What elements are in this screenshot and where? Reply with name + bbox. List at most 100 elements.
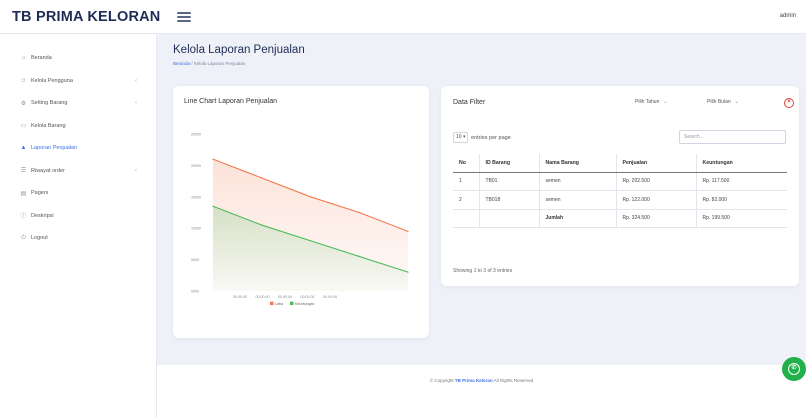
table-cell: Rp. 324.500: [616, 209, 697, 228]
column-header[interactable]: ID Barang: [479, 154, 540, 173]
x-tick-label: 00.00.00: [301, 295, 315, 299]
user-menu[interactable]: admin: [780, 13, 796, 19]
table-cell: TB018: [479, 190, 540, 210]
column-header[interactable]: Penjualan: [616, 154, 697, 173]
x-tick-label: 00.00.00: [323, 295, 337, 299]
breadcrumb-home-link[interactable]: Beranda: [173, 61, 190, 66]
sidebar-item[interactable]: ▤ Pagers: [0, 182, 156, 205]
home-icon: ⌂: [21, 55, 26, 62]
sidebar-item-label: Riwayat order: [31, 167, 65, 174]
legend-swatch: [290, 301, 294, 306]
y-tick-label: 15000: [191, 195, 201, 199]
data-point: [212, 205, 214, 207]
table-info: Showing 1 to 3 of 3 entries: [453, 268, 513, 274]
search-input[interactable]: [679, 130, 786, 144]
table-cell: Rp. 117.500: [696, 172, 787, 191]
year-select[interactable]: Pilih Tahun ⌄: [635, 99, 668, 105]
table-cell: 2: [453, 190, 480, 210]
year-select-label: Pilih Tahun: [635, 99, 660, 105]
footer-brand: TB Prima Keloran: [454, 378, 493, 383]
data-point: [309, 196, 312, 198]
whatsapp-button[interactable]: ✆: [782, 357, 806, 381]
y-tick-label: 5000: [191, 258, 199, 262]
table-cell: [479, 209, 540, 228]
data-point: [309, 240, 312, 242]
chevron-icon: ‹: [135, 77, 137, 84]
table-row: 1 TB01 semen Rp. 202.500 Rp. 117.500: [453, 172, 787, 191]
users-icon: ☺: [20, 77, 27, 84]
x-tick-label: 00.00.00: [233, 295, 247, 299]
table-cell: Rp. 82.000: [696, 190, 787, 210]
footer: © Copyright TB Prima Keloran All Rights …: [157, 365, 806, 418]
breadcrumb-current: Kelola Laporan Penjualan: [193, 61, 246, 66]
sidebar-item[interactable]: ☰ Riwayat order ‹: [0, 160, 156, 183]
chevron-down-icon: ⌄: [663, 99, 668, 105]
reset-filter-icon[interactable]: ×: [784, 98, 794, 108]
sidebar-item-label: Kelola Barang: [31, 122, 66, 129]
y-tick-label: 20000: [191, 164, 201, 168]
sidebar-item-label: Logout: [31, 235, 48, 242]
table-body: 1 TB01 semen Rp. 202.500 Rp. 117.500 2 TB018 se…: [453, 172, 787, 228]
sidebar-item-label: Deskripsi: [31, 212, 54, 219]
column-header[interactable]: Keuntungan: [696, 154, 787, 173]
line-chart: 25000 20000 15000 10000 5000 0000 00.00.00 00.0…: [191, 133, 409, 306]
chevron-icon: ‹: [135, 100, 137, 107]
y-tick-label: 0000: [191, 290, 199, 294]
data-point: [407, 230, 409, 232]
sidebar-item[interactable]: ⓘ Deskripsi: [0, 205, 156, 228]
history-icon: ☰: [20, 168, 27, 175]
copyright-text: © Copyright TB Prima Keloran All Rights …: [429, 378, 534, 383]
top-navbar: TB PRIMA KELORAN admin: [0, 0, 806, 34]
sidebar-item[interactable]: ▲ Laporan Penjualan: [0, 137, 156, 160]
gear-icon: ⚙: [20, 100, 27, 107]
column-header[interactable]: No: [453, 154, 480, 173]
breadcrumb: Beranda / Kelola Laporan Penjualan: [173, 61, 245, 66]
table-cell: Jumlah: [539, 209, 617, 228]
y-tick-label: 25000: [191, 133, 201, 137]
menu-toggle-icon[interactable]: [177, 10, 191, 23]
data-point: [261, 177, 263, 179]
table-cell: 1: [453, 172, 480, 191]
sidebar-item[interactable]: ⚙ Setting Barang ‹: [0, 92, 156, 115]
sidebar-menu: ⌂ Beranda ☺ Kelola Pengguna ‹ ⚙ Setting Barang…: [0, 34, 156, 250]
table-row: 2 TB018 semen Rp. 122.000 Rp. 82.000: [453, 190, 787, 210]
chevron-down-icon: ⌄: [734, 99, 739, 105]
data-point: [358, 255, 360, 258]
table-cell: TB01: [479, 172, 540, 191]
brand-logo[interactable]: TB PRIMA KELORAN: [12, 9, 160, 25]
table-cell: Rp. 199.500: [696, 209, 787, 228]
sidebar-item-label: Laporan Penjualan: [31, 145, 78, 152]
sales-table: No ID Barang Nama Barang Penjualan Keuntunga…: [453, 154, 787, 228]
sidebar-item[interactable]: ⌂ Beranda: [0, 47, 156, 70]
y-tick-label: 10000: [191, 227, 201, 231]
table-cell: Rp. 202.500: [616, 172, 697, 191]
column-header[interactable]: Nama Barang: [539, 154, 617, 173]
page-title: Kelola Laporan Penjualan: [173, 44, 305, 56]
sidebar-item-label: Setting Barang: [31, 100, 68, 107]
data-point: [212, 158, 214, 160]
entries-select[interactable]: 10 ▾: [453, 132, 468, 143]
sidebar-item-label: Beranda: [31, 55, 52, 62]
table-header-row: No ID Barang Nama Barang Penjualan Keuntunga…: [453, 154, 787, 173]
sidebar-item-label: Kelola Pengguna: [31, 77, 73, 84]
data-point: [358, 211, 360, 214]
x-tick-label: 00.00.00: [278, 295, 292, 299]
info-icon: ⓘ: [20, 214, 27, 221]
sidebar-item-label: Pagers: [31, 190, 49, 197]
legend-label: Laba: [275, 302, 283, 306]
month-select[interactable]: Pilih Bulan ⌄: [707, 99, 739, 105]
month-select-label: Pilih Bulan: [707, 99, 731, 105]
chart-card: Line Chart Laporan Penjualan 25000 20000 1…: [173, 86, 429, 338]
sidebar-item[interactable]: ☺ Kelola Pengguna ‹: [0, 70, 156, 93]
table-cell: Rp. 122.000: [616, 190, 697, 210]
sidebar-item[interactable]: ⏻ Logout: [0, 227, 156, 250]
filter-title: Data Filter: [453, 99, 486, 106]
table-cell: semen: [539, 172, 617, 191]
sidebar: ⌂ Beranda ☺ Kelola Pengguna ‹ ⚙ Setting Barang…: [0, 34, 157, 418]
data-point: [261, 224, 263, 226]
chevron-icon: ‹: [135, 167, 137, 174]
table-cell: semen: [539, 190, 617, 210]
data-point: [407, 271, 409, 273]
legend-label: Keuntungan: [295, 302, 314, 306]
sidebar-item[interactable]: ▭ Kelola Barang: [0, 115, 156, 138]
